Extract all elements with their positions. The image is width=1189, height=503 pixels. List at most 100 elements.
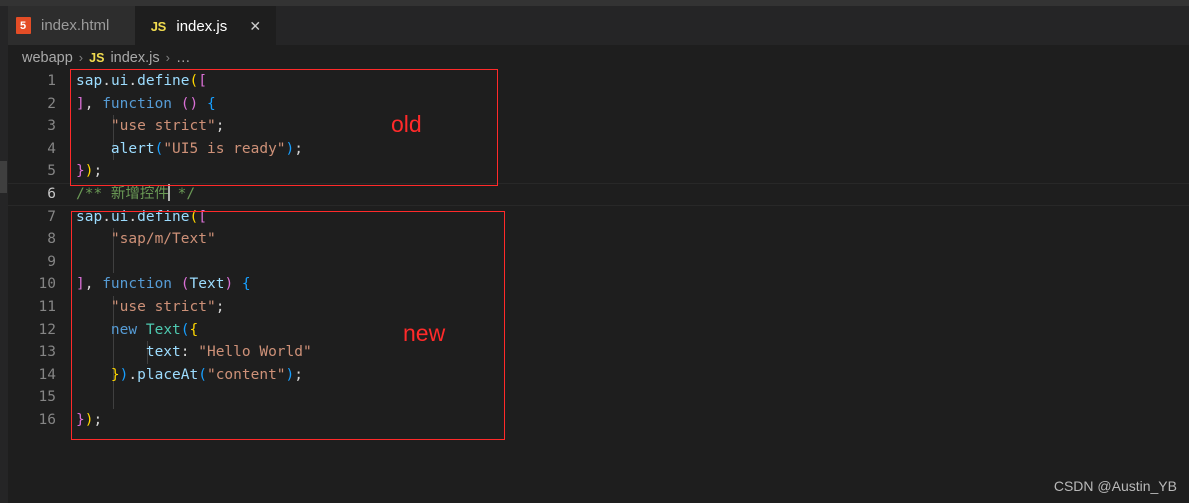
code-text: "use strict"; [76,296,225,319]
token-parens: () [180,95,199,112]
code-line[interactable]: 1 sap.ui.define([ [8,70,1189,93]
code-text: "use strict"; [76,115,225,138]
token-paren: ( [180,276,190,293]
token-identifier: sap [76,208,103,225]
token-parameter: Text [189,276,225,293]
token-brace: { [189,321,199,338]
chevron-right-icon: › [165,50,170,65]
token-brace: } [76,411,85,428]
code-editor[interactable]: 1 sap.ui.define([ 2 ], function () { 3 "… [8,70,1189,503]
line-number: 8 [47,231,56,248]
code-text: ], function (Text) { [76,273,251,296]
token-property: text [145,344,181,361]
token-method: placeAt [137,366,199,383]
javascript-file-icon: JS [150,18,167,34]
tab-label: index.js [176,17,228,35]
code-text: text: "Hello World" [76,341,312,364]
token-semicolon: ; [93,411,103,428]
close-icon[interactable]: ✕ [247,19,263,33]
token-dot: . [128,366,138,383]
token-keyword: function [102,95,173,112]
watermark: CSDN @Austin_YB [1053,478,1177,494]
line-number: 13 [38,344,56,361]
code-line-active[interactable]: 6 /** 新增控件 */ [8,182,1189,206]
token-paren: ( [189,208,199,225]
annotation-label-new: new [403,320,446,346]
code-line[interactable]: 13 text: "Hello World" [8,341,1189,364]
code-line[interactable]: 2 ], function () { [8,93,1189,116]
line-number: 6 [47,185,56,202]
line-number: 1 [47,73,56,89]
token-brace: { [206,95,216,112]
code-line[interactable]: 11 "use strict"; [8,295,1189,319]
tab-index-js[interactable]: JS index.js ✕ [135,6,277,45]
code-line[interactable]: 12 new Text({ [8,318,1189,342]
token-keyword: function [102,276,173,293]
code-line[interactable]: 5 }); [8,160,1189,183]
breadcrumb-item-more[interactable]: … [176,50,191,66]
token-string: "use strict" [110,118,216,135]
token-semicolon: ; [93,163,103,180]
token-paren: ( [189,73,199,89]
token-bracket: [ [198,73,207,89]
token-semicolon: ; [215,118,225,135]
overview-ruler-thumb[interactable] [0,161,7,193]
token-bracket: ] [76,276,85,293]
breadcrumb-item-webapp[interactable]: webapp [22,50,73,66]
code-line[interactable]: 16 }); [8,409,1189,432]
code-text: }).placeAt("content"); [76,364,303,387]
activity-bar-strip [0,6,8,503]
breadcrumb-item-file[interactable]: index.js [110,50,159,66]
token-dot: . [102,73,111,89]
token-keyword: new [110,321,138,338]
token-semicolon: ; [294,140,303,157]
code-line[interactable]: 3 "use strict"; [8,115,1189,138]
code-text: }); [76,160,102,183]
token-paren: ) [285,366,295,383]
code-line[interactable]: 14 }).placeAt("content"); [8,363,1189,387]
line-number: 7 [47,208,56,225]
code-line[interactable]: 15 [8,386,1189,409]
code-line[interactable]: 4 alert("UI5 is ready"); [8,137,1189,161]
editor-tab-bar: 5 index.html JS index.js ✕ [0,6,1189,45]
indent-guide [113,386,114,409]
token-identifier: sap [76,73,103,89]
code-text: sap.ui.define([ [76,206,207,229]
token-paren: ) [285,140,295,157]
annotation-label-old: old [391,111,422,137]
code-text: alert("UI5 is ready"); [76,138,303,161]
token-semicolon: ; [294,366,304,383]
code-text: /** 新增控件 */ [76,183,195,206]
token-identifier: ui [110,73,129,89]
code-text: sap.ui.define([ [76,70,207,93]
code-line[interactable]: 9 [8,250,1189,274]
token-identifier: define [137,73,190,89]
code-line[interactable]: 7 sap.ui.define([ [8,206,1189,229]
line-number: 12 [38,321,56,338]
code-line[interactable]: 8 "sap/m/Text" [8,228,1189,251]
chevron-right-icon: › [78,50,84,65]
tab-index-html[interactable]: 5 index.html [0,6,136,45]
line-number: 2 [47,95,56,112]
token-bracket: ] [76,95,85,112]
indent-guide [113,250,114,274]
token-comment: /** [76,185,111,202]
token-comment-cjk: 新增控件 [110,185,169,202]
token-identifier: ui [110,208,129,225]
token-brace: } [110,366,120,383]
code-line[interactable]: 10 ], function (Text) { [8,273,1189,296]
token-semicolon: ; [215,298,225,315]
line-number: 9 [47,253,56,270]
token-string: "sap/m/Text" [110,231,216,248]
token-dot: . [102,208,111,225]
